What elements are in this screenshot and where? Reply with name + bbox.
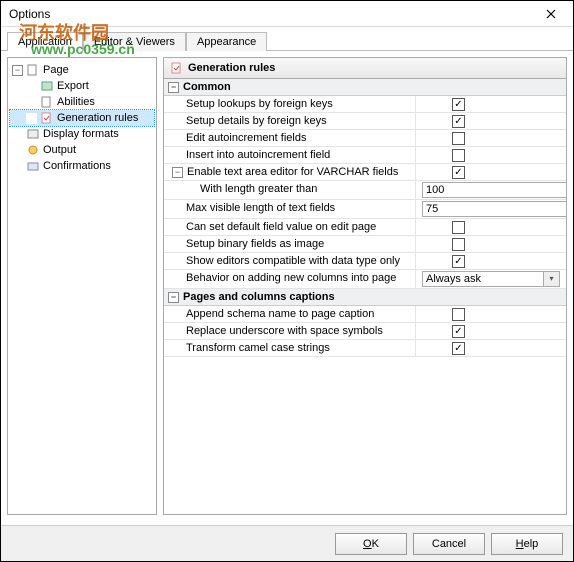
row-setup-details: Setup details by foreign keys ✓ (164, 113, 566, 130)
checkbox[interactable]: ✓ (452, 342, 465, 355)
tab-strip: Application Editor & Viewers Appearance (1, 27, 573, 51)
rules-icon (40, 111, 54, 125)
tree-item-output[interactable]: Output (10, 142, 154, 158)
titlebar: Options (1, 1, 573, 27)
page-icon (26, 63, 40, 77)
help-button[interactable]: HelpHelp (491, 533, 563, 555)
section-title: Generation rules (188, 62, 275, 74)
prop-label: Append schema name to page caption (164, 306, 416, 322)
abilities-icon (40, 95, 54, 109)
collapse-icon[interactable]: − (172, 167, 183, 178)
prop-label: Transform camel case strings (164, 340, 416, 356)
tree-label: Display formats (43, 128, 119, 140)
dialog-footer: OOKK Cancel HelpHelp (1, 525, 573, 561)
prop-label: Max visible length of text fields (164, 200, 416, 218)
tab-application[interactable]: Application (7, 32, 83, 51)
tree-label: Abilities (57, 96, 95, 108)
checkbox[interactable] (452, 238, 465, 251)
collapse-icon[interactable]: − (168, 292, 179, 303)
combo-box[interactable]: Always ask▾ (422, 271, 560, 287)
row-setup-lookups: Setup lookups by foreign keys ✓ (164, 96, 566, 113)
category-label: Common (183, 81, 231, 93)
prop-label: Edit autoincrement fields (164, 130, 416, 146)
checkbox[interactable]: ✓ (452, 325, 465, 338)
spin-input[interactable] (422, 182, 567, 198)
spin-edit[interactable]: ▲▼ (422, 201, 560, 217)
checkbox[interactable] (452, 132, 465, 145)
spin-input[interactable] (422, 201, 567, 217)
formats-icon (26, 127, 40, 141)
row-binary-image: Setup binary fields as image (164, 236, 566, 253)
prop-label: Behavior on adding new columns into page (164, 270, 416, 288)
section-header: Generation rules (163, 57, 567, 79)
prop-label: Setup details by foreign keys (164, 113, 416, 129)
prop-label: Show editors compatible with data type o… (164, 253, 416, 269)
tree-item-export[interactable]: Export (10, 78, 154, 94)
row-enable-textarea: −Enable text area editor for VARCHAR fie… (164, 164, 566, 181)
export-icon (40, 79, 54, 93)
row-insert-autoinc: Insert into autoincrement field (164, 147, 566, 164)
collapse-icon[interactable]: − (168, 82, 179, 93)
tree-label: Confirmations (43, 160, 111, 172)
tab-appearance[interactable]: Appearance (186, 32, 267, 51)
category-label: Pages and columns captions (183, 291, 335, 303)
row-append-schema: Append schema name to page caption (164, 306, 566, 323)
checkbox[interactable]: ✓ (452, 166, 465, 179)
prop-label: Setup lookups by foreign keys (164, 96, 416, 112)
close-icon (546, 9, 556, 19)
chevron-down-icon: ▾ (544, 271, 560, 287)
checkbox[interactable] (452, 149, 465, 162)
prop-label: Enable text area editor for VARCHAR fiel… (187, 166, 398, 178)
ok-button[interactable]: OOKK (335, 533, 407, 555)
checkbox[interactable]: ✓ (452, 115, 465, 128)
confirm-icon (26, 159, 40, 173)
checkbox[interactable] (452, 308, 465, 321)
close-button[interactable] (533, 3, 569, 25)
row-replace-underscore: Replace underscore with space symbols ✓ (164, 323, 566, 340)
collapse-icon[interactable]: − (12, 65, 23, 76)
prop-label: Insert into autoincrement field (164, 147, 416, 163)
tree-item-abilities[interactable]: Abilities (10, 94, 154, 110)
category-common[interactable]: − Common (164, 79, 566, 96)
prop-label: With length greater than (164, 181, 416, 199)
window-title: Options (9, 7, 533, 21)
tree-label: Export (57, 80, 89, 92)
cancel-button[interactable]: Cancel (413, 533, 485, 555)
row-length-greater: With length greater than ▲▼ (164, 181, 566, 200)
tree-label: Generation rules (57, 112, 138, 124)
prop-label: Setup binary fields as image (164, 236, 416, 252)
output-icon (26, 143, 40, 157)
row-max-visible-length: Max visible length of text fields ▲▼ (164, 200, 566, 219)
row-edit-autoinc: Edit autoincrement fields (164, 130, 566, 147)
tree-item-page[interactable]: − Page (10, 62, 154, 78)
spin-edit[interactable]: ▲▼ (422, 182, 560, 198)
checkbox[interactable]: ✓ (452, 98, 465, 111)
prop-label: Can set default field value on edit page (164, 219, 416, 235)
tree-item-generation-rules[interactable]: Generation rules (10, 110, 154, 126)
checkbox[interactable]: ✓ (452, 255, 465, 268)
row-new-columns-behavior: Behavior on adding new columns into page… (164, 270, 566, 289)
tree-item-confirmations[interactable]: Confirmations (10, 158, 154, 174)
checkbox[interactable] (452, 221, 465, 234)
category-captions[interactable]: − Pages and columns captions (164, 289, 566, 306)
row-compatible-editors: Show editors compatible with data type o… (164, 253, 566, 270)
row-default-value: Can set default field value on edit page (164, 219, 566, 236)
tree-label: Page (43, 64, 69, 76)
row-camel-case: Transform camel case strings ✓ (164, 340, 566, 357)
property-grid: − Common Setup lookups by foreign keys✓ … (163, 79, 567, 515)
tree-item-display-formats[interactable]: Display formats (10, 126, 154, 142)
tab-editor-viewers[interactable]: Editor & Viewers (83, 32, 186, 51)
main-panel: Generation rules − Common Setup lookups … (163, 57, 567, 515)
combo-value: Always ask (422, 271, 544, 287)
tree-label: Output (43, 144, 76, 156)
prop-label: Replace underscore with space symbols (164, 323, 416, 339)
navigation-tree[interactable]: − Page Export Abilities Generation rules… (7, 57, 157, 515)
rules-icon (170, 61, 184, 75)
